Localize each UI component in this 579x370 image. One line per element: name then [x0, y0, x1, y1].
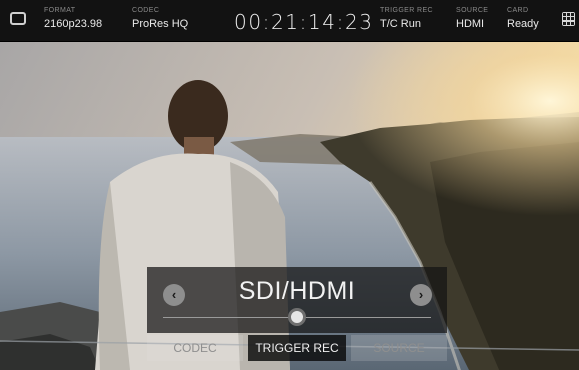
card-label: CARD [507, 7, 529, 14]
format-label: FORMAT [44, 7, 76, 14]
timecode-display: 00:21:14:23 [234, 10, 374, 34]
codec-value: ProRes HQ [132, 18, 189, 30]
format-value: 2160p23.98 [44, 18, 103, 30]
format-field: FORMAT 2160p23.98 [44, 7, 102, 30]
source-field: SOURCE HDMI [456, 7, 488, 30]
monitor-icon[interactable] [10, 12, 26, 25]
trigger-rec-value: T/C Run [380, 18, 421, 30]
source-label: SOURCE [456, 7, 489, 14]
tab-codec[interactable]: CODEC [147, 335, 243, 361]
card-field: CARD Ready [507, 7, 539, 30]
source-value: HDMI [456, 18, 485, 30]
card-value: Ready [507, 18, 539, 30]
trigger-rec-label: TRIGGER REC [380, 7, 434, 14]
slider-knob[interactable] [288, 308, 306, 326]
grid-menu-icon[interactable] [562, 12, 575, 26]
tab-trigger-rec[interactable]: TRIGGER REC [248, 335, 346, 361]
codec-field: CODEC ProRes HQ [132, 7, 188, 30]
codec-label: CODEC [132, 7, 160, 14]
menu-panel: ‹ SDI/HDMI › [147, 267, 447, 333]
trigger-rec-field: TRIGGER REC T/C Run [380, 7, 433, 30]
status-bar: FORMAT 2160p23.98 CODEC ProRes HQ 00:21:… [0, 0, 579, 42]
input-select-menu: ‹ SDI/HDMI › CODEC TRIGGER REC SOURCE [147, 267, 447, 363]
chevron-right-icon[interactable]: › [410, 284, 432, 306]
tab-source[interactable]: SOURCE [351, 335, 447, 361]
menu-title: SDI/HDMI [238, 277, 356, 305]
menu-tabs: CODEC TRIGGER REC SOURCE [147, 335, 447, 361]
